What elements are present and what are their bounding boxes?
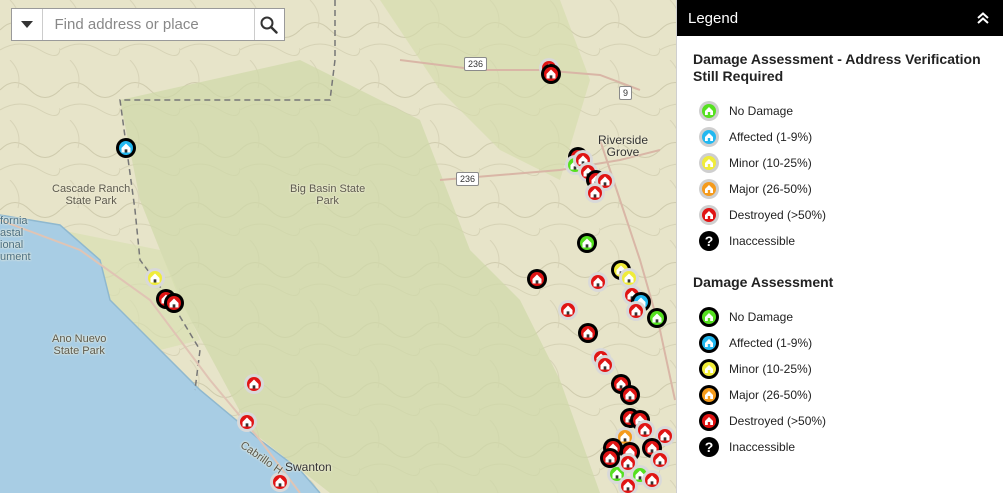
legend-panel: Legend Damage Assessment - Address Verif… <box>676 0 1003 493</box>
legend-item-label: Major (26-50%) <box>729 182 812 196</box>
legend-body: Damage Assessment - Address Verification… <box>677 36 1003 460</box>
legend-group-address-verification: Damage Assessment - Address Verification… <box>693 51 987 254</box>
legend-item-major-26-50: Major (26-50%) <box>693 176 987 202</box>
legend-item-label: Minor (10-25%) <box>729 362 812 376</box>
damage-marker[interactable] <box>244 374 264 394</box>
legend-item-label: Destroyed (>50%) <box>729 208 827 222</box>
legend-header[interactable]: Legend <box>677 0 1003 36</box>
legend-item-major-26-50: Major (26-50%) <box>693 382 987 408</box>
damage-marker[interactable] <box>600 448 620 468</box>
house-damage-icon <box>698 306 720 328</box>
legend-item-label: Inaccessible <box>729 440 796 454</box>
search-source-dropdown[interactable] <box>12 9 43 40</box>
legend-item-minor-10-25: Minor (10-25%) <box>693 150 987 176</box>
legend-item-label: Inaccessible <box>729 234 796 248</box>
legend-item-affected-1-9: Affected (1-9%) <box>693 124 987 150</box>
legend-item-destroyed-50: Destroyed (>50%) <box>693 408 987 434</box>
question-mark-icon: ? <box>698 230 720 252</box>
house-damage-icon <box>698 100 720 122</box>
legend-item-no-damage: No Damage <box>693 304 987 330</box>
map-label-big-basin: Big Basin State Park <box>290 183 366 207</box>
caret-down-icon <box>20 21 33 28</box>
damage-marker[interactable] <box>626 301 646 321</box>
legend-group-title: Damage Assessment - Address Verification… <box>693 51 981 84</box>
damage-marker[interactable] <box>642 470 662 490</box>
house-damage-icon <box>698 152 720 174</box>
damage-marker[interactable] <box>595 355 615 375</box>
damage-marker[interactable] <box>647 308 667 328</box>
damage-marker[interactable] <box>588 272 608 292</box>
legend-item-label: Destroyed (>50%) <box>729 414 827 428</box>
damage-marker[interactable] <box>620 385 640 405</box>
svg-text:?: ? <box>705 233 714 249</box>
legend-item-label: Major (26-50%) <box>729 388 812 402</box>
svg-text:?: ? <box>705 439 714 455</box>
legend-item-minor-10-25: Minor (10-25%) <box>693 356 987 382</box>
house-damage-icon <box>698 410 720 432</box>
map-app: { "search": { "placeholder": "Find addre… <box>0 0 1003 493</box>
legend-item-label: Minor (10-25%) <box>729 156 812 170</box>
search-button[interactable] <box>253 9 285 40</box>
legend-item-label: Affected (1-9%) <box>729 130 813 144</box>
route-shield-236: 236 <box>464 57 488 71</box>
damage-marker[interactable] <box>541 64 561 84</box>
legend-item-affected-1-9: Affected (1-9%) <box>693 330 987 356</box>
damage-marker[interactable] <box>650 450 670 470</box>
route-shield-236: 236 <box>456 172 480 186</box>
damage-marker[interactable] <box>558 300 578 320</box>
legend-item-no-damage: No Damage <box>693 98 987 124</box>
damage-marker[interactable] <box>164 293 184 313</box>
house-damage-icon <box>698 126 720 148</box>
damage-marker[interactable] <box>527 269 547 289</box>
map-label-riverside-grove: Riverside Grove <box>598 133 649 159</box>
map-label-swanton: Swanton <box>285 460 332 474</box>
search-widget <box>11 8 285 41</box>
damage-marker[interactable] <box>145 268 165 288</box>
legend-item-label: No Damage <box>729 104 794 118</box>
house-damage-icon <box>698 178 720 200</box>
legend-item-destroyed-50: Destroyed (>50%) <box>693 202 987 228</box>
legend-item-inaccessible: ? Inaccessible <box>693 434 987 460</box>
damage-marker[interactable] <box>619 268 639 288</box>
map-label-california-coastal: fornia astal ional ument <box>0 215 31 263</box>
map-label-ano-nuevo: Ano Nuevo State Park <box>52 333 107 357</box>
damage-marker[interactable] <box>237 412 257 432</box>
damage-marker[interactable] <box>577 233 597 253</box>
damage-marker[interactable] <box>585 183 605 203</box>
damage-marker[interactable] <box>578 323 598 343</box>
legend-item-inaccessible: ? Inaccessible <box>693 228 987 254</box>
damage-marker[interactable] <box>635 420 655 440</box>
legend-group-title: Damage Assessment <box>693 274 834 290</box>
question-mark-icon: ? <box>698 436 720 458</box>
damage-marker[interactable] <box>270 472 290 492</box>
map-label-cascade-ranch: Cascade Ranch State Park <box>52 183 131 207</box>
search-icon <box>260 16 278 34</box>
house-damage-icon <box>698 358 720 380</box>
house-damage-icon <box>698 332 720 354</box>
search-input[interactable] <box>42 9 254 40</box>
legend-group-damage-assessment: Damage Assessment No Damage Affected (1-9… <box>693 274 987 460</box>
collapse-chevron-up-icon[interactable] <box>976 12 990 24</box>
legend-title: Legend <box>688 9 739 27</box>
damage-marker[interactable] <box>116 138 136 158</box>
legend-item-label: Affected (1-9%) <box>729 336 813 350</box>
legend-item-label: No Damage <box>729 310 794 324</box>
house-damage-icon <box>698 204 720 226</box>
route-shield-9: 9 <box>619 86 633 100</box>
house-damage-icon <box>698 384 720 406</box>
